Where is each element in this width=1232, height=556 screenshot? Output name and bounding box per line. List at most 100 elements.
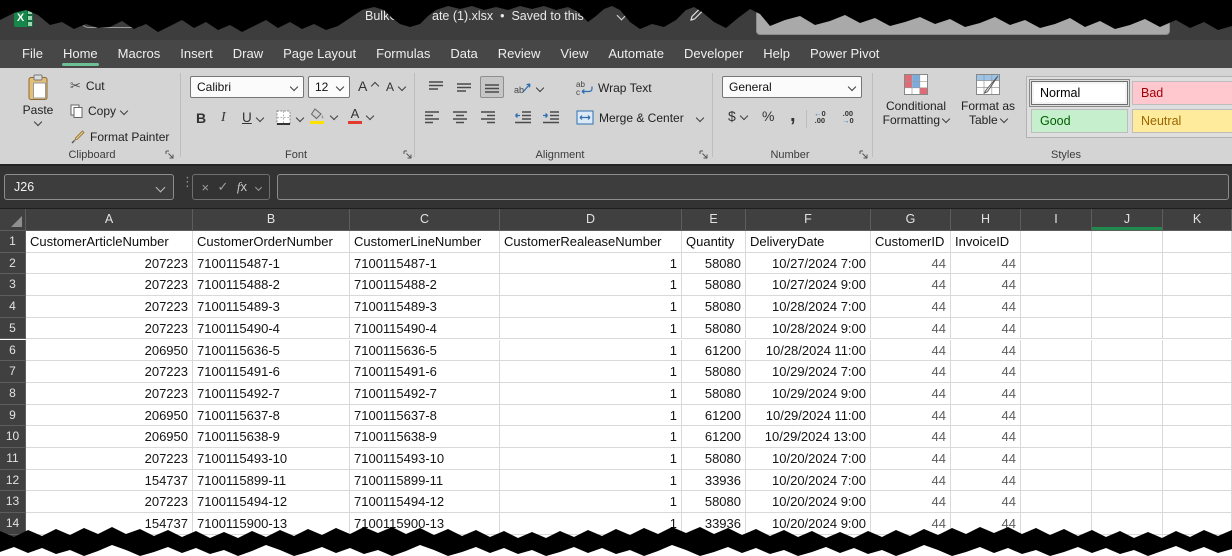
menu-tab-automate[interactable]: Automate (598, 40, 674, 68)
grow-font-button[interactable]: A (358, 78, 378, 94)
cell-A8[interactable]: 207223 (26, 383, 193, 405)
row-header-14[interactable]: 14 (0, 513, 26, 535)
align-bottom-button[interactable] (480, 76, 504, 98)
row-header-1[interactable]: 1 (0, 231, 26, 253)
accounting-format-button[interactable]: $ (728, 108, 747, 124)
cell-G1[interactable]: CustomerID (871, 231, 951, 253)
style-chip-bad[interactable]: Bad (1132, 81, 1232, 105)
cell-D9[interactable]: 1 (500, 405, 682, 427)
fx-icon[interactable]: fx (237, 179, 247, 195)
decrease-indent-button[interactable] (514, 110, 532, 124)
cell-F7[interactable]: 10/29/2024 7:00 (746, 361, 871, 383)
decrease-decimal-button[interactable]: .00→0 (842, 110, 854, 124)
cell-J11[interactable] (1092, 448, 1163, 470)
menu-tab-page-layout[interactable]: Page Layout (273, 40, 366, 68)
cell-E6[interactable]: 61200 (682, 340, 746, 362)
cell-A10[interactable]: 206950 (26, 426, 193, 448)
cell-F3[interactable]: 10/27/2024 9:00 (746, 274, 871, 296)
name-box[interactable]: J26 (4, 174, 174, 200)
cell-H7[interactable]: 44 (951, 361, 1021, 383)
bold-button[interactable]: B (196, 110, 206, 126)
align-middle-button[interactable] (452, 76, 476, 98)
row-header-9[interactable]: 9 (0, 405, 26, 427)
alignment-dialog-launcher-icon[interactable] (698, 149, 709, 160)
cell-J3[interactable] (1092, 274, 1163, 296)
cell-B13[interactable]: 7100115494-12 (193, 491, 350, 513)
cell-B4[interactable]: 7100115489-3 (193, 296, 350, 318)
cell-I8[interactable] (1021, 383, 1092, 405)
cell-E11[interactable]: 58080 (682, 448, 746, 470)
borders-button[interactable] (276, 110, 303, 126)
cell-E4[interactable]: 58080 (682, 296, 746, 318)
cell-K3[interactable] (1163, 274, 1232, 296)
increase-indent-button[interactable] (542, 110, 560, 124)
cell-K11[interactable] (1163, 448, 1232, 470)
cell-A7[interactable]: 207223 (26, 361, 193, 383)
cell-G3[interactable]: 44 (871, 274, 951, 296)
cell-I4[interactable] (1021, 296, 1092, 318)
column-header-J[interactable]: J (1092, 209, 1163, 231)
column-header-B[interactable]: B (193, 209, 350, 231)
cell-A3[interactable]: 207223 (26, 274, 193, 296)
row-header-7[interactable]: 7 (0, 361, 26, 383)
cell-B9[interactable]: 7100115637-8 (193, 405, 350, 427)
cell-I5[interactable] (1021, 318, 1092, 340)
row-header-12[interactable]: 12 (0, 470, 26, 492)
cell-K9[interactable] (1163, 405, 1232, 427)
cell-C8[interactable]: 7100115492-7 (350, 383, 500, 405)
cell-H12[interactable]: 44 (951, 470, 1021, 492)
align-center-button[interactable] (452, 110, 468, 124)
cell-D2[interactable]: 1 (500, 253, 682, 275)
cell-A2[interactable]: 207223 (26, 253, 193, 275)
cell-C6[interactable]: 7100115636-5 (350, 340, 500, 362)
cell-K5[interactable] (1163, 318, 1232, 340)
cell-I2[interactable] (1021, 253, 1092, 275)
font-size-combo[interactable]: 12 (308, 76, 350, 98)
cell-I14[interactable] (1021, 513, 1092, 535)
cell-D10[interactable]: 1 (500, 426, 682, 448)
row-header-5[interactable]: 5 (0, 318, 26, 340)
cell-D3[interactable]: 1 (500, 274, 682, 296)
cell-E14[interactable]: 33936 (682, 513, 746, 535)
edit-pencil-icon[interactable] (688, 7, 704, 23)
cell-J8[interactable] (1092, 383, 1163, 405)
cell-A1[interactable]: CustomerArticleNumber (26, 231, 193, 253)
cell-H8[interactable]: 44 (951, 383, 1021, 405)
cell-D11[interactable]: 1 (500, 448, 682, 470)
cell-A5[interactable]: 207223 (26, 318, 193, 340)
font-dialog-launcher-icon[interactable] (402, 149, 413, 160)
menu-tab-developer[interactable]: Developer (674, 40, 753, 68)
row-header-10[interactable]: 10 (0, 426, 26, 448)
cell-J9[interactable] (1092, 405, 1163, 427)
cell-A9[interactable]: 206950 (26, 405, 193, 427)
increase-decimal-button[interactable]: ←0.00 (814, 110, 826, 124)
cell-C2[interactable]: 7100115487-1 (350, 253, 500, 275)
style-chip-good[interactable]: Good (1031, 109, 1128, 133)
orientation-button[interactable]: ab (514, 80, 543, 95)
cell-J6[interactable] (1092, 340, 1163, 362)
cell-B5[interactable]: 7100115490-4 (193, 318, 350, 340)
cell-C3[interactable]: 7100115488-2 (350, 274, 500, 296)
comma-style-button[interactable]: , (790, 104, 796, 127)
cell-B12[interactable]: 7100115899-11 (193, 470, 350, 492)
cell-K8[interactable] (1163, 383, 1232, 405)
cell-A4[interactable]: 207223 (26, 296, 193, 318)
cell-B11[interactable]: 7100115493-10 (193, 448, 350, 470)
cell-K12[interactable] (1163, 470, 1232, 492)
cell-I1[interactable] (1021, 231, 1092, 253)
cell-C9[interactable]: 7100115637-8 (350, 405, 500, 427)
menu-tab-macros[interactable]: Macros (108, 40, 171, 68)
cell-I3[interactable] (1021, 274, 1092, 296)
number-format-combo[interactable]: General (722, 76, 862, 98)
cell-H2[interactable]: 44 (951, 253, 1021, 275)
cell-E12[interactable]: 33936 (682, 470, 746, 492)
cell-F5[interactable]: 10/28/2024 9:00 (746, 318, 871, 340)
menu-tab-formulas[interactable]: Formulas (366, 40, 440, 68)
cell-H9[interactable]: 44 (951, 405, 1021, 427)
cell-C10[interactable]: 7100115638-9 (350, 426, 500, 448)
cell-G6[interactable]: 44 (871, 340, 951, 362)
row-header-2[interactable]: 2 (0, 253, 26, 275)
column-header-D[interactable]: D (500, 209, 682, 231)
merge-center-button[interactable]: Merge & Center (576, 110, 703, 125)
row-header-13[interactable]: 13 (0, 491, 26, 513)
